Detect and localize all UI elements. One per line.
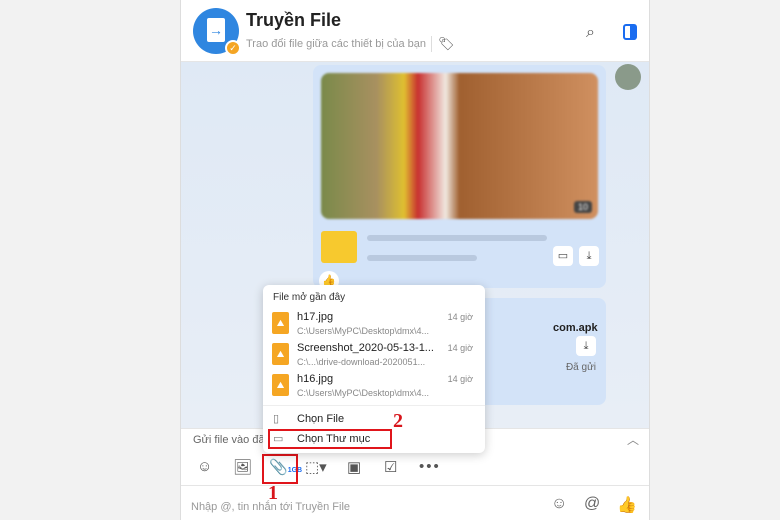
- download-button[interactable]: ⤓: [576, 336, 596, 356]
- todo-icon[interactable]: ☑: [384, 458, 397, 476]
- choose-file-item[interactable]: ▯ Chọn File: [263, 410, 485, 430]
- recent-file-item[interactable]: ⛰ h16.jpg C:\Users\MyPC\Desktop\dmx\4...…: [263, 371, 485, 401]
- image-icon[interactable]: 🖼: [233, 458, 252, 476]
- download-button[interactable]: ⤓: [579, 246, 599, 266]
- sent-status: Đã gửi: [565, 362, 596, 373]
- image-count: 10: [573, 201, 592, 213]
- file-time: 14 giờ: [447, 343, 473, 353]
- recent-file-item[interactable]: ⛰ Screenshot_2020-05-13-1... C:\...\driv…: [263, 340, 485, 370]
- file-transfer-icon: →: [207, 18, 225, 42]
- file-name: Screenshot_2020-05-13-1...: [297, 342, 434, 354]
- file-time: 14 giờ: [447, 312, 473, 322]
- attach-menu: File mở gần đây ⛰ h17.jpg C:\Users\MyPC\…: [263, 285, 485, 453]
- sticker-icon[interactable]: ☺: [197, 458, 212, 475]
- divider: [263, 405, 485, 406]
- mention-icon[interactable]: @: [584, 495, 600, 513]
- recent-files-title: File mở gần đây: [273, 292, 346, 303]
- user-avatar[interactable]: [615, 64, 641, 90]
- folder-icon: [321, 231, 357, 263]
- screenshot-icon[interactable]: ⬚▾: [305, 458, 327, 476]
- chat-subtitle: Trao đổi file giữa các thiết bị của bạn: [246, 38, 427, 50]
- image-album[interactable]: 10: [321, 73, 598, 219]
- file-name: h17.jpg: [297, 311, 334, 323]
- more-icon[interactable]: •••: [419, 458, 441, 475]
- search-icon[interactable]: ⌕: [586, 24, 595, 42]
- tag-icon[interactable]: 🏷: [431, 36, 455, 52]
- message-bubble: 10 ▭ ⤓ 👍: [313, 65, 606, 291]
- message-input[interactable]: Nhập @, tin nhắn tới Truyền File ☺ @ 👍: [181, 487, 649, 520]
- chat-title: Truyền File: [246, 10, 342, 30]
- app-window: → ✓ Truyền File Trao đổi file giữa các th…: [180, 0, 650, 520]
- sidebar-toggle-icon[interactable]: [623, 24, 637, 40]
- thumbs-up-icon[interactable]: 👍: [617, 495, 637, 515]
- file-path: C:\Users\MyPC\Desktop\dmx\4...: [297, 326, 430, 336]
- file-path: C:\...\drive-download-2020051...: [297, 357, 426, 367]
- choose-file-label: Chọn File: [297, 413, 345, 425]
- contact-card-icon[interactable]: ▣: [347, 458, 361, 476]
- file-path: C:\Users\MyPC\Desktop\dmx\4...: [297, 388, 430, 398]
- step-2-label: 2: [393, 410, 403, 432]
- image-file-icon: ⛰: [272, 374, 289, 396]
- emoji-icon[interactable]: ☺: [551, 495, 567, 513]
- blurred-filename: [367, 235, 547, 241]
- verified-icon: ✓: [225, 40, 241, 56]
- open-folder-button[interactable]: ▭: [553, 246, 573, 266]
- avatar[interactable]: → ✓: [193, 8, 241, 56]
- file-icon: ▯: [273, 413, 280, 425]
- send-to-text: Gửi file vào đã: [193, 434, 265, 446]
- highlight-box-2: [268, 429, 392, 449]
- image-file-icon: ⛰: [272, 343, 289, 365]
- file-time: 14 giờ: [447, 374, 473, 384]
- blurred-fileinfo: [367, 255, 477, 261]
- file-name: com.apk: [553, 322, 598, 334]
- highlight-box-1: [262, 454, 298, 484]
- composer-toolbar: ☺ 🖼 📎1GB ⬚▾ ▣ ☑ •••: [181, 452, 649, 486]
- chat-header: → ✓ Truyền File Trao đổi file giữa các th…: [181, 0, 649, 62]
- chevron-up-icon[interactable]: ︿: [627, 431, 639, 448]
- image-file-icon: ⛰: [272, 312, 289, 334]
- file-name: h16.jpg: [297, 373, 334, 385]
- step-1-label: 1: [268, 482, 278, 504]
- recent-file-item[interactable]: ⛰ h17.jpg C:\Users\MyPC\Desktop\dmx\4...…: [263, 309, 485, 339]
